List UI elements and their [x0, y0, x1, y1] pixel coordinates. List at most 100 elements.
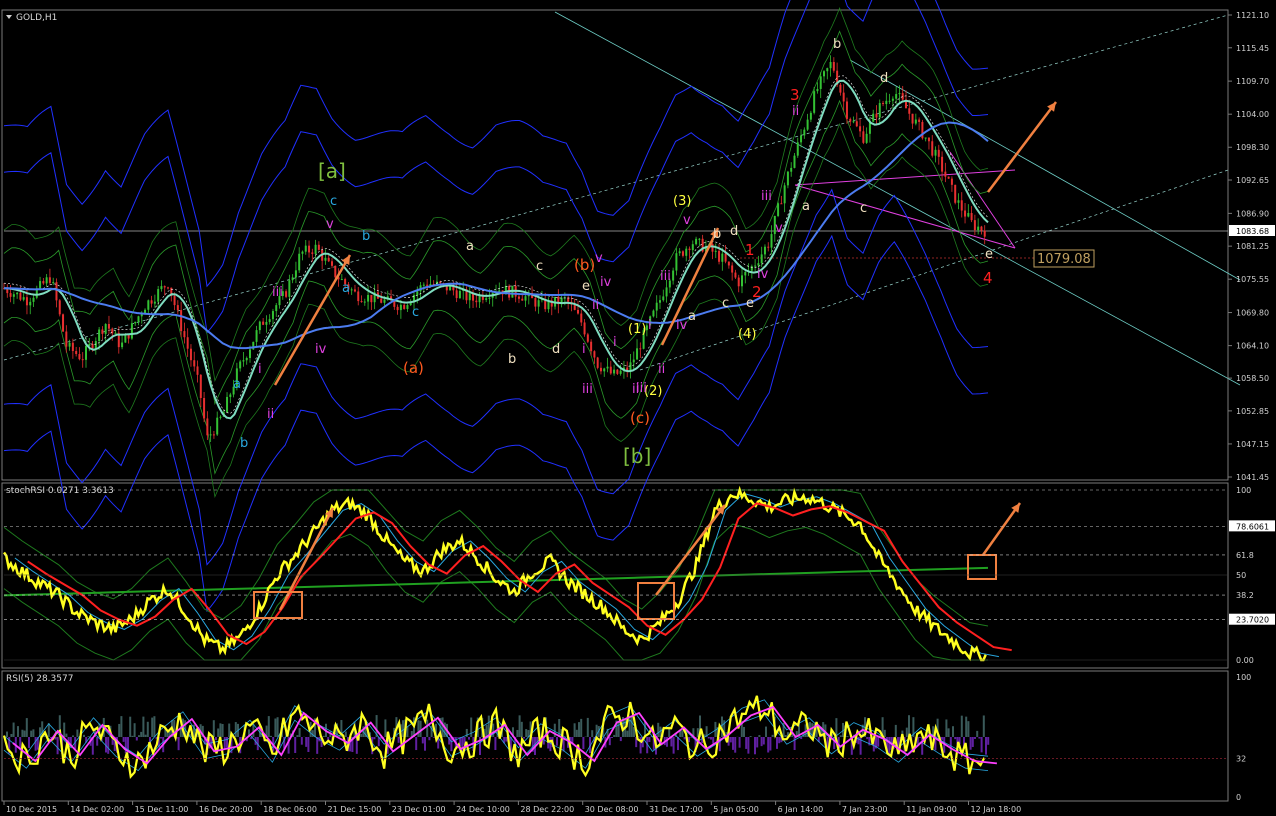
candle-body: [681, 251, 684, 256]
price-tick-label: 1047.15: [1236, 440, 1269, 449]
rsi-histogram-bar: [316, 737, 319, 754]
rsi-histogram-bar: [276, 717, 279, 737]
pane-menu-icon[interactable]: [6, 15, 12, 19]
candle-body: [655, 302, 658, 311]
rsi-histogram-bar: [516, 729, 519, 737]
candle-body: [741, 275, 743, 287]
rsi-histogram-bar: [28, 737, 30, 748]
dotted-trendline-lower: [639, 169, 1229, 371]
wave-label: e: [746, 296, 754, 311]
rsi-histogram-bar: [21, 729, 24, 737]
candle-body: [380, 298, 383, 303]
rsi-histogram-bar: [769, 737, 772, 751]
rsi-histogram-bar: [107, 737, 110, 754]
candle-body: [42, 281, 45, 284]
wave-label: c: [412, 305, 419, 320]
candle-body: [783, 185, 786, 204]
candle-body: [52, 282, 55, 284]
price-tick-label: 1081.25: [1236, 242, 1269, 251]
arrow-forecast-up: [987, 101, 1057, 193]
candle-body: [593, 351, 596, 358]
wave-label: ii: [658, 362, 665, 377]
candle-body: [455, 290, 458, 299]
candle-body: [498, 290, 501, 292]
price-tick-label: 1075.55: [1236, 275, 1269, 284]
wave-label: d: [730, 224, 738, 239]
rsi-histogram-bar: [608, 737, 611, 746]
candle-body: [265, 321, 268, 325]
candle-body: [124, 334, 127, 343]
channel-line-upper: [554, 11, 1241, 386]
candle-body: [845, 101, 848, 119]
candle-body: [298, 253, 301, 271]
time-tick-label: 30 Dec 08:00: [585, 805, 639, 814]
candle-body: [458, 290, 461, 299]
candle-body: [360, 301, 363, 303]
rsi-histogram-bar: [34, 737, 37, 751]
rsi-histogram-bar: [729, 737, 732, 743]
rsi-histogram-bar: [784, 735, 787, 737]
candle-body: [849, 118, 852, 122]
candle-body: [147, 300, 150, 310]
wave-label: (a): [403, 359, 424, 377]
candle-body: [898, 93, 901, 95]
candle-body: [121, 342, 124, 348]
current-price-label: 1083.68: [1236, 227, 1269, 236]
time-tick-label: 12 Jan 18:00: [971, 805, 1022, 814]
candle-body: [839, 84, 842, 93]
rsi-histogram-bar: [518, 715, 521, 737]
price-tick-label: 1092.65: [1236, 176, 1269, 185]
rsi-histogram-bar: [267, 716, 270, 737]
candle-body: [606, 366, 609, 369]
candle-body: [967, 213, 970, 217]
candle-body: [941, 156, 944, 172]
candle-body: [534, 298, 537, 307]
rsi-histogram-bar: [578, 722, 580, 737]
candle-body: [327, 257, 330, 262]
stoch-tick-label: 100: [1236, 486, 1251, 495]
candle-body: [294, 270, 297, 278]
wave-label: b: [362, 229, 370, 244]
rsi-histogram-bar: [758, 735, 761, 737]
wave-label: d: [880, 71, 888, 86]
rsi-histogram-bar: [417, 720, 420, 737]
rsi-histogram-bar: [223, 737, 226, 750]
candle-body: [216, 417, 219, 435]
candle-body: [475, 300, 478, 303]
rsi-histogram-bar: [470, 717, 473, 737]
candle-body: [196, 366, 199, 375]
candle-body: [954, 184, 957, 203]
rsi-histogram-bar: [402, 720, 404, 737]
candle-body: [245, 357, 248, 361]
rsi-histogram-bar: [611, 737, 613, 739]
candle-body: [685, 248, 688, 256]
candle-body: [19, 292, 22, 300]
candle-body: [727, 261, 730, 266]
candle-body: [603, 368, 606, 372]
stoch-arrow-forecast: [981, 502, 1022, 556]
rsi-histogram-bar: [56, 737, 59, 755]
rsi-histogram-bar: [344, 731, 347, 737]
candle-body: [229, 394, 232, 397]
wave-label: c: [722, 296, 729, 311]
candle-body: [255, 330, 258, 342]
candle-body: [960, 200, 963, 211]
wave-labels: [a][b](a)(b)(c)(1)(2)(3)(4)1234abcabciii…: [233, 37, 993, 468]
candle-body: [599, 367, 602, 372]
time-tick-label: 16 Dec 20:00: [199, 805, 253, 814]
rsi-histogram-bar: [846, 736, 849, 737]
candle-body: [586, 334, 589, 342]
rsi-signal-line: [12, 705, 997, 765]
candle-body: [488, 297, 491, 299]
bollinger-band-line: [3, 188, 989, 566]
candle-body: [334, 265, 337, 278]
rsi-histogram-bar: [613, 734, 616, 737]
candle-body: [796, 142, 799, 156]
rsi-histogram-bar: [617, 720, 620, 737]
candle-body: [652, 310, 655, 317]
time-tick-label: 23 Dec 01:00: [392, 805, 446, 814]
rsi-histogram-bar: [749, 736, 752, 737]
candle-body: [580, 313, 583, 323]
price-tick-label: 1098.30: [1236, 143, 1269, 152]
candle-body: [262, 321, 265, 325]
